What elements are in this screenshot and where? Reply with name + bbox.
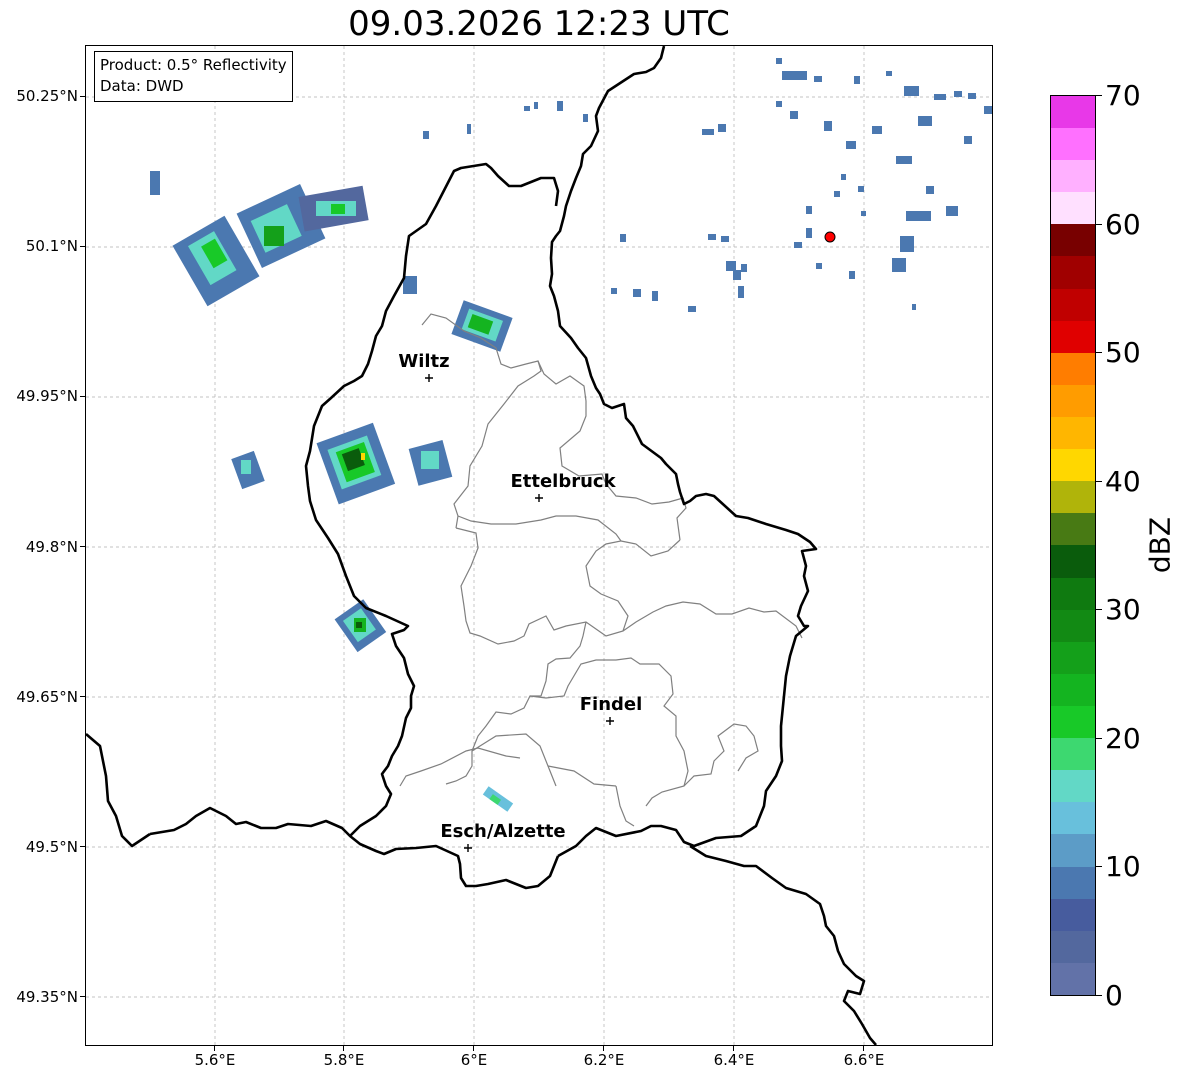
colorbar-segment [1051,770,1095,803]
colorbar [1050,95,1096,996]
colorbar-segment [1051,866,1095,899]
y-axis-tick [80,396,85,397]
map-title: 09.03.2026 12:23 UTC [348,4,730,44]
colorbar-segment [1051,513,1095,546]
colorbar-tick [1096,738,1102,739]
x-axis-label: 5.8°E [323,1051,365,1069]
y-axis-label: 49.5°N [25,838,78,856]
colorbar-label: 20 [1105,722,1141,755]
colorbar-segment [1051,192,1095,225]
colorbar-segment [1051,481,1095,514]
echo-cluster-west [231,422,453,505]
colorbar-segment [1051,545,1095,578]
canton-boundaries [399,313,803,827]
echo-cluster-north [403,276,513,352]
colorbar-segment [1051,288,1095,321]
echo-cluster-nw [150,171,369,307]
colorbar-segment [1051,352,1095,385]
colorbar-tick [1096,224,1102,225]
colorbar-segment [1051,95,1095,129]
colorbar-tick [1096,352,1102,353]
y-axis-tick [80,246,85,247]
radar-map-canvas [86,46,992,1045]
info-box: Product: 0.5° Reflectivity Data: DWD [94,51,293,102]
colorbar-segment [1051,384,1095,418]
colorbar-unit-label: dBZ [1143,516,1177,574]
x-axis-tick [733,1046,734,1051]
y-axis-tick [80,996,85,997]
marker-ettelbruck [535,494,543,502]
colorbar-segment [1051,738,1095,771]
y-axis-label: 49.8°N [25,538,78,556]
info-data-source: Data: DWD [100,77,184,95]
city-label-esch: Esch/Alzette [440,821,566,842]
colorbar-segment [1051,898,1095,931]
colorbar-segment [1051,160,1095,193]
colorbar-segment [1051,930,1095,963]
colorbar-segment [1051,641,1095,674]
colorbar-tick [1096,481,1102,482]
national-borders [86,46,877,1045]
y-axis-label: 49.35°N [16,988,78,1006]
echo-cluster-southwest [334,599,387,653]
x-axis-label: 6°E [460,1051,488,1069]
colorbar-tick [1096,95,1102,96]
city-label-ettelbruck: Ettelbruck [510,471,616,492]
marker-wiltz [425,374,433,382]
colorbar-segment [1051,449,1095,482]
colorbar-segment [1051,609,1095,642]
colorbar-tick [1096,866,1102,867]
marker-findel [606,717,614,725]
y-axis-tick [80,846,85,847]
colorbar-label: 70 [1105,79,1141,112]
colorbar-segment [1051,256,1095,289]
colorbar-segment [1051,706,1095,739]
colorbar-label: 10 [1105,850,1141,883]
city-markers [425,374,614,852]
x-axis-tick [473,1046,474,1051]
y-axis-label: 49.65°N [16,688,78,706]
marker-esch [464,844,472,852]
info-product: Product: 0.5° Reflectivity [100,56,287,74]
colorbar-label: 40 [1105,465,1141,498]
colorbar-segment [1051,962,1095,995]
colorbar-segment [1051,577,1095,610]
x-axis-tick [343,1046,344,1051]
x-axis-label: 6.6°E [843,1051,885,1069]
y-axis-tick [80,96,85,97]
y-axis-label: 50.25°N [16,87,78,105]
colorbar-label: 50 [1105,336,1141,369]
colorbar-segment [1051,417,1095,450]
x-axis-tick [603,1046,604,1051]
echo-cluster-south [482,786,514,812]
x-axis-label: 5.6°E [194,1051,236,1069]
x-axis-label: 6.4°E [713,1051,755,1069]
colorbar-label: 0 [1105,979,1123,1012]
city-label-findel: Findel [579,694,643,715]
city-label-wiltz: Wiltz [398,351,450,372]
colorbar-segment [1051,673,1095,707]
colorbar-label: 30 [1105,593,1141,626]
colorbar-segment [1051,320,1095,353]
colorbar-label: 60 [1105,208,1141,241]
colorbar-tick [1096,995,1102,996]
x-axis-tick [214,1046,215,1051]
gridlines [86,46,992,1045]
radar-site-marker [824,231,836,243]
x-axis-tick [863,1046,864,1051]
y-axis-label: 49.95°N [16,387,78,405]
colorbar-segment [1051,802,1095,835]
radar-echoes [150,58,992,812]
radar-map[interactable] [85,45,993,1046]
colorbar-tick [1096,609,1102,610]
colorbar-segment [1051,834,1095,867]
y-axis-tick [80,546,85,547]
colorbar-segment [1051,224,1095,257]
colorbar-segment [1051,128,1095,161]
y-axis-label: 50.1°N [25,237,78,255]
x-axis-label: 6.2°E [583,1051,625,1069]
y-axis-tick [80,696,85,697]
